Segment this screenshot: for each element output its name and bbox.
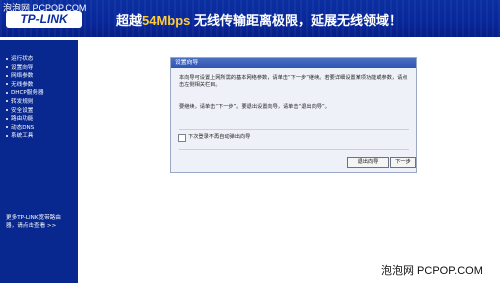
exit-wizard-button[interactable]: 退出向导 — [347, 157, 389, 168]
sidebar-item-system-tools[interactable]: 系统工具 — [6, 132, 44, 141]
sidebar-item-label: DHCP服务器 — [11, 90, 44, 97]
watermark-top: 泡泡网 PCPOP.COM — [3, 3, 87, 13]
bullet-icon — [6, 117, 8, 120]
slogan-speed: 54Mbps — [142, 13, 191, 28]
sidebar-item-label: 转发规则 — [11, 98, 34, 105]
setup-wizard-panel: 设置向导 本向导可设置上网所需的基本网络参数，请单击“下一步”继续。若要详细设置… — [170, 57, 417, 173]
bullet-icon — [6, 134, 8, 137]
divider — [179, 129, 409, 130]
divider — [179, 149, 409, 150]
sidebar-item-label: 系统工具 — [11, 133, 34, 140]
sidebar-item-security[interactable]: 安全设置 — [6, 107, 44, 116]
bullet-icon — [6, 57, 8, 60]
bullet-icon — [6, 100, 8, 103]
bullet-icon — [6, 91, 8, 94]
sidebar-item-forwarding[interactable]: 转发规则 — [6, 98, 44, 107]
watermark-bottom: 泡泡网 PCPOP.COM — [381, 265, 483, 277]
more-line-1: 更多TP-LINK宽带路由 — [6, 215, 61, 221]
sidebar-item-label: 路由功能 — [11, 116, 34, 123]
slogan-prefix: 超越 — [116, 13, 143, 28]
no-popup-label: 下次登录不再自动弹出向导 — [188, 134, 251, 140]
sidebar-menu: 运行状态 设置向导 网络参数 无线参数 DHCP服务器 转发规则 安全设置 路由… — [6, 55, 44, 141]
bullet-icon — [6, 74, 8, 77]
wizard-continue-text: 要继续，请单击“下一步”。要退出设置向导，请单击“退出向导”。 — [179, 104, 330, 110]
bullet-icon — [6, 109, 8, 112]
sidebar-item-status[interactable]: 运行状态 — [6, 55, 44, 64]
wizard-intro-text: 本向导可设置上网所需的基本网络参数，请单击“下一步”继续。若要详细设置某项功能或… — [179, 75, 408, 88]
more-products-link[interactable]: 更多TP-LINK宽带路由 器，请点击查看 >> — [6, 214, 76, 230]
sidebar-item-label: 设置向导 — [11, 64, 34, 71]
sidebar-item-label: 运行状态 — [11, 56, 34, 62]
sidebar-item-label: 动态DNS — [11, 124, 35, 131]
slogan-rest: 无线传输距离极限，延展无线领域！ — [190, 13, 403, 28]
wizard-title: 设置向导 — [171, 58, 416, 68]
header-banner: 泡泡网 PCPOP.COM TP-LINK 超越54Mbps 无线传输距离极限，… — [0, 0, 500, 37]
sidebar-item-wizard[interactable]: 设置向导 — [6, 64, 44, 73]
bullet-icon — [6, 66, 8, 69]
header-slogan: 超越54Mbps 无线传输距离极限，延展无线领域！ — [116, 10, 402, 29]
no-popup-checkbox[interactable] — [178, 134, 186, 142]
sidebar-item-label: 无线参数 — [11, 81, 34, 88]
sidebar-item-wireless[interactable]: 无线参数 — [6, 81, 44, 90]
sidebar-item-label: 网络参数 — [11, 73, 34, 80]
sidebar: 运行状态 设置向导 网络参数 无线参数 DHCP服务器 转发规则 安全设置 路由… — [0, 40, 78, 283]
next-button[interactable]: 下一步 — [390, 157, 416, 168]
more-line-2: 器，请点击查看 >> — [6, 223, 57, 229]
sidebar-item-dhcp[interactable]: DHCP服务器 — [6, 89, 44, 98]
sidebar-item-ddns[interactable]: 动态DNS — [6, 124, 44, 133]
bullet-icon — [6, 126, 8, 129]
sidebar-item-network[interactable]: 网络参数 — [6, 72, 44, 81]
sidebar-item-label: 安全设置 — [11, 107, 34, 114]
sidebar-item-routing[interactable]: 路由功能 — [6, 115, 44, 124]
bullet-icon — [6, 83, 8, 86]
